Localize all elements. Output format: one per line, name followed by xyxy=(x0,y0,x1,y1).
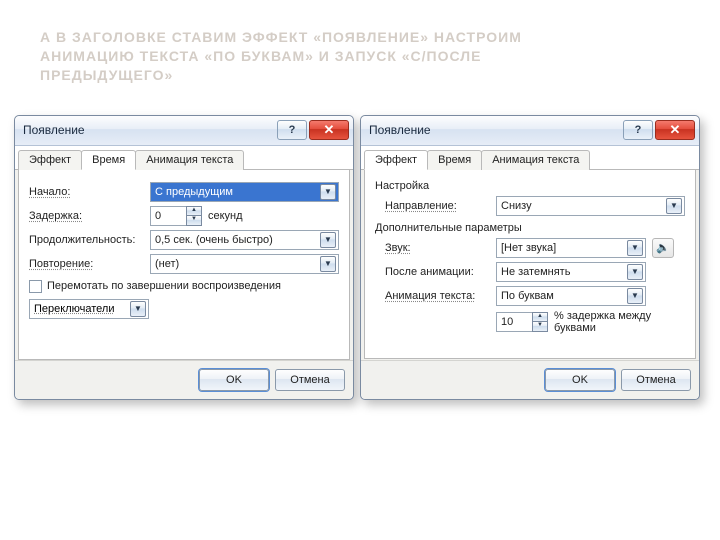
afteranim-combo[interactable]: Не затемнять ▼ xyxy=(496,262,646,282)
chevron-down-icon[interactable]: ▼ xyxy=(627,240,643,256)
dialog-effect: Появление ? ✕ Эффект Время Анимация текс… xyxy=(360,115,700,400)
label-textanim: Анимация текста: xyxy=(375,290,490,302)
tab-panel-time: Начало: С предыдущим ▼ Задержка: 0 ▲ ▼ xyxy=(18,170,350,360)
percent-value[interactable]: 10 xyxy=(496,312,532,332)
cancel-button[interactable]: Отмена xyxy=(275,369,345,391)
titlebar: Появление ? ✕ xyxy=(15,116,353,146)
tab-effect[interactable]: Эффект xyxy=(18,150,82,170)
label-repeat: Повторение: xyxy=(29,258,144,270)
speaker-icon: 🔈 xyxy=(656,241,670,254)
close-button[interactable]: ✕ xyxy=(655,120,695,140)
spin-down-icon[interactable]: ▼ xyxy=(186,216,202,226)
help-button[interactable]: ? xyxy=(277,120,307,140)
help-button[interactable]: ? xyxy=(623,120,653,140)
chevron-down-icon[interactable]: ▼ xyxy=(666,198,682,214)
tab-effect[interactable]: Эффект xyxy=(364,150,428,170)
chevron-down-icon[interactable]: ▼ xyxy=(320,184,336,200)
label-sound: Звук: xyxy=(375,242,490,254)
direction-value: Снизу xyxy=(501,200,666,212)
percent-suffix: % задержка между буквами xyxy=(554,310,685,334)
tab-panel-effect: Настройка Направление: Снизу ▼ Дополните… xyxy=(364,170,696,359)
button-bar: OK Отмена xyxy=(361,360,699,399)
rewind-label: Перемотать по завершении воспроизведения xyxy=(47,280,281,292)
button-bar: OK Отмена xyxy=(15,360,353,399)
tab-strip: Эффект Время Анимация текста xyxy=(15,146,353,170)
tab-textanim[interactable]: Анимация текста xyxy=(135,150,244,170)
label-delay: Задержка: xyxy=(29,210,144,222)
ok-button[interactable]: OK xyxy=(199,369,269,391)
cancel-button[interactable]: Отмена xyxy=(621,369,691,391)
duration-value: 0,5 сек. (очень быстро) xyxy=(155,234,320,246)
chevron-down-icon[interactable]: ▼ xyxy=(320,256,336,272)
chevron-down-icon[interactable]: ▼ xyxy=(130,301,146,317)
textanim-combo[interactable]: По буквам ▼ xyxy=(496,286,646,306)
dialog-time: Появление ? ✕ Эффект Время Анимация текс… xyxy=(14,115,354,400)
tab-strip: Эффект Время Анимация текста xyxy=(361,146,699,170)
section-extra: Дополнительные параметры xyxy=(375,222,685,234)
spin-up-icon[interactable]: ▲ xyxy=(186,206,202,216)
dialogs-row: Появление ? ✕ Эффект Время Анимация текс… xyxy=(0,85,720,400)
spin-down-icon[interactable]: ▼ xyxy=(532,322,548,332)
chevron-down-icon[interactable]: ▼ xyxy=(320,232,336,248)
sound-combo[interactable]: [Нет звука] ▼ xyxy=(496,238,646,258)
page-title: А В ЗАГОЛОВКЕ СТАВИМ ЭФФЕКТ «ПОЯВЛЕНИЕ» … xyxy=(0,0,720,85)
tab-time[interactable]: Время xyxy=(427,150,482,170)
switches-label: Переключатели xyxy=(34,303,130,315)
textanim-value: По буквам xyxy=(501,290,627,302)
tab-textanim[interactable]: Анимация текста xyxy=(481,150,590,170)
start-combo[interactable]: С предыдущим ▼ xyxy=(150,182,339,202)
close-button[interactable]: ✕ xyxy=(309,120,349,140)
seconds-suffix: секунд xyxy=(208,210,243,222)
label-direction: Направление: xyxy=(375,200,490,212)
label-afteranim: После анимации: xyxy=(375,266,490,278)
ok-button[interactable]: OK xyxy=(545,369,615,391)
chevron-down-icon[interactable]: ▼ xyxy=(627,288,643,304)
percent-spin[interactable]: 10 ▲ ▼ xyxy=(496,312,548,332)
label-start: Начало: xyxy=(29,186,144,198)
window-title: Появление xyxy=(369,123,621,137)
duration-combo[interactable]: 0,5 сек. (очень быстро) ▼ xyxy=(150,230,339,250)
chevron-down-icon[interactable]: ▼ xyxy=(627,264,643,280)
titlebar: Появление ? ✕ xyxy=(361,116,699,146)
switches-combo[interactable]: Переключатели ▼ xyxy=(29,299,149,319)
repeat-combo[interactable]: (нет) ▼ xyxy=(150,254,339,274)
direction-combo[interactable]: Снизу ▼ xyxy=(496,196,685,216)
start-value: С предыдущим xyxy=(155,186,320,198)
tab-time[interactable]: Время xyxy=(81,150,136,170)
play-sound-button[interactable]: 🔈 xyxy=(652,238,674,258)
section-settings: Настройка xyxy=(375,180,685,192)
sound-value: [Нет звука] xyxy=(501,242,627,254)
delay-value[interactable]: 0 xyxy=(150,206,186,226)
checkbox-icon[interactable] xyxy=(29,280,42,293)
window-title: Появление xyxy=(23,123,275,137)
label-duration: Продолжительность: xyxy=(29,234,144,246)
spin-up-icon[interactable]: ▲ xyxy=(532,312,548,322)
rewind-check-row[interactable]: Перемотать по завершении воспроизведения xyxy=(29,280,339,293)
afteranim-value: Не затемнять xyxy=(501,266,627,278)
repeat-value: (нет) xyxy=(155,258,320,270)
delay-spin[interactable]: 0 ▲ ▼ xyxy=(150,206,202,226)
